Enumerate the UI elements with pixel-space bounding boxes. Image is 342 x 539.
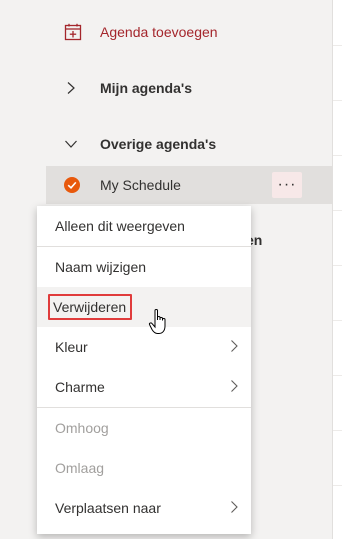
my-calendars-group[interactable]: Mijn agenda's [46,70,332,106]
menu-item-move-to[interactable]: Verplaatsen naar [37,488,251,528]
menu-item-move-up[interactable]: Omhoog [37,408,251,448]
calendar-context-menu: Alleen dit weergeven Naam wijzigen Verwi… [37,206,251,534]
more-icon: ··· [277,176,297,193]
menu-item-charm[interactable]: Charme [37,367,251,407]
menu-item-label: Alleen dit weergeven [55,218,185,234]
menu-item-label: Verwijderen [53,299,127,315]
menu-item-delete[interactable]: Verwijderen [37,287,251,327]
highlight-annotation: Verwijderen [48,294,133,320]
other-calendars-group[interactable]: Overige agenda's [46,126,332,162]
chevron-right-icon [229,339,239,356]
menu-item-label: Omhoog [55,420,109,436]
calendar-sidebar: Agenda toevoegen Mijn agenda's Overige a… [0,0,332,539]
menu-item-label: Naam wijzigen [55,259,147,275]
add-agenda-label: Agenda toevoegen [100,24,218,40]
more-options-button[interactable]: ··· [272,172,302,198]
other-calendars-label: Overige agenda's [100,136,217,152]
menu-item-label: Kleur [55,339,88,355]
menu-item-color[interactable]: Kleur [37,327,251,367]
my-schedule-label: My Schedule [100,177,181,193]
chevron-right-icon [64,81,92,95]
check-circle-icon[interactable] [64,177,92,193]
chevron-right-icon [229,379,239,396]
menu-item-show-only-this[interactable]: Alleen dit weergeven [37,206,251,246]
add-agenda-button[interactable]: Agenda toevoegen [46,14,332,50]
my-calendars-label: Mijn agenda's [100,80,193,96]
menu-item-rename[interactable]: Naam wijzigen [37,247,251,287]
calendar-grid-edge [332,0,342,539]
menu-item-move-down[interactable]: Omlaag [37,448,251,488]
hand-pointer-icon [148,308,172,341]
menu-item-label: Omlaag [55,460,105,476]
chevron-down-icon [64,137,92,151]
chevron-right-icon [229,500,239,517]
menu-item-label: Charme [55,379,105,395]
menu-item-label: Verplaatsen naar [55,500,161,516]
calendar-add-icon [64,23,92,41]
